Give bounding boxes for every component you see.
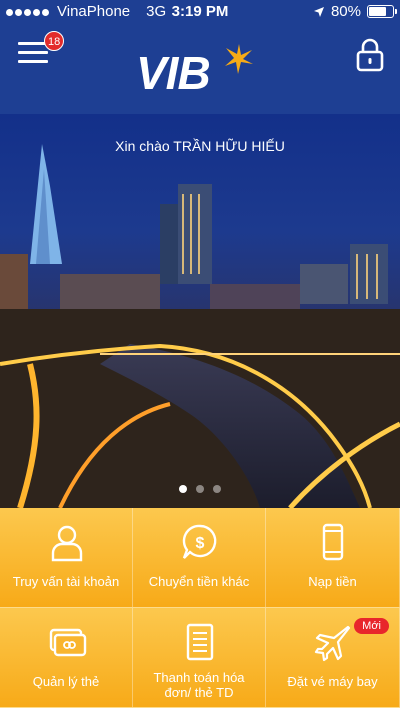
tile-label: Nạp tiền — [308, 574, 357, 589]
tile-label: Truy vấn tài khoản — [12, 574, 120, 589]
airplane-icon — [314, 625, 350, 662]
battery-percent: 80% — [330, 3, 361, 20]
tile-label: Quản lý thẻ — [32, 674, 100, 689]
tile-transfer[interactable]: $ Chuyển tiền khác — [133, 508, 266, 608]
lock-button[interactable] — [356, 38, 384, 72]
tile-label: Thanh toán hóa đơn/ thẻ TD — [153, 670, 245, 700]
status-right: 80% — [313, 3, 397, 20]
money-chat-icon: $ — [182, 524, 216, 559]
lock-icon — [356, 38, 384, 72]
app-header: 18 VIB — [0, 24, 400, 114]
city-night-image — [0, 144, 400, 508]
tile-top-up[interactable]: Nạp tiền — [266, 508, 400, 608]
tile-label: Chuyển tiền khác — [148, 574, 250, 589]
tile-label: Đặt vé máy bay — [287, 674, 378, 689]
vib-logo: VIB — [136, 42, 266, 99]
card-icon — [49, 628, 86, 657]
logo-text: VIB — [136, 47, 211, 99]
bill-icon — [186, 623, 213, 661]
tile-bill-payment[interactable]: Thanh toán hóa đơn/ thẻ TD — [133, 608, 266, 708]
notification-badge: 18 — [44, 31, 65, 51]
status-bar: VinaPhone 3G 3:19 PM 80% — [0, 0, 400, 24]
tile-card-management[interactable]: Quản lý thẻ — [0, 608, 133, 708]
tile-account-inquiry[interactable]: Truy vấn tài khoản — [0, 508, 133, 608]
location-arrow-icon — [313, 6, 324, 17]
carousel-dots[interactable] — [0, 485, 400, 493]
phone-icon — [322, 523, 343, 561]
quick-actions-grid: Truy vấn tài khoản $ Chuyển tiền khác Nạ… — [0, 508, 400, 708]
carousel-dot[interactable] — [213, 485, 221, 493]
tile-flight-booking[interactable]: Mới Đặt vé máy bay — [266, 608, 400, 708]
svg-text:$: $ — [195, 535, 204, 552]
logo-star-icon — [225, 44, 253, 74]
user-icon — [51, 525, 82, 562]
battery-icon — [367, 5, 397, 18]
greeting-text: Xin chào TRẦN HỮU HIẾU — [115, 138, 285, 154]
carousel-dot[interactable] — [196, 485, 204, 493]
hero-banner[interactable]: Xin chào TRẦN HỮU HIẾU — [0, 114, 400, 508]
carousel-dot[interactable] — [179, 485, 187, 493]
